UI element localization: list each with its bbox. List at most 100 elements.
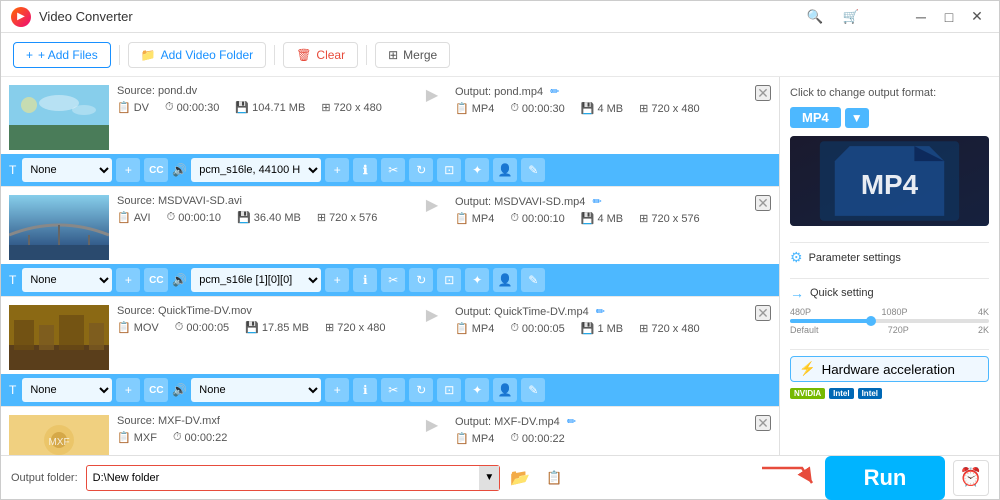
- scissors-btn-3[interactable]: ✂: [381, 378, 405, 402]
- loop-btn-3[interactable]: ↻: [409, 378, 433, 402]
- subtitle-edit-btn-2[interactable]: ✎: [521, 268, 545, 292]
- format-icon: 📋: [117, 101, 131, 114]
- file-item-2: Source: MSDVAVI-SD.avi 📋 AVI ⏱ 00:00:10: [1, 187, 779, 297]
- output-folder-input[interactable]: [87, 466, 480, 490]
- run-section: Run ⏰: [576, 456, 989, 500]
- folder-dropdown-btn[interactable]: ▼: [479, 466, 499, 490]
- watermark-btn-2[interactable]: 👤: [493, 268, 517, 292]
- add-files-button[interactable]: + + Add Files: [13, 42, 111, 68]
- audio-select-3[interactable]: None: [191, 378, 321, 402]
- format-dropdown-button[interactable]: ▼: [845, 108, 869, 128]
- toolbar: + + Add Files 📁 Add Video Folder 🗑 Clear…: [1, 33, 999, 77]
- slider-thumb[interactable]: [866, 316, 876, 326]
- output-folder-wrap: ▼: [86, 465, 501, 491]
- clear-button[interactable]: 🗑 Clear: [283, 42, 358, 68]
- quick-setting-row: → Quick setting: [790, 285, 989, 301]
- res-icon: ⊞: [321, 101, 330, 114]
- cc-btn-2[interactable]: CC: [144, 268, 168, 292]
- effects-btn-1[interactable]: ✦: [465, 158, 489, 182]
- add-audio-btn-1[interactable]: +: [325, 158, 349, 182]
- size-icon-2: 💾: [237, 211, 251, 224]
- arrow-right-icon-3: ▶: [426, 305, 438, 325]
- add-folder-button[interactable]: 📁 Add Video Folder: [128, 42, 266, 68]
- crop-btn-1[interactable]: ⊡: [437, 158, 461, 182]
- folder-browse-button[interactable]: 📂: [508, 465, 532, 491]
- add-audio-btn-2[interactable]: +: [325, 268, 349, 292]
- subtitle-select-1[interactable]: None: [22, 158, 112, 182]
- file-info-3: Source: QuickTime-DV.mov 📋 MOV ⏱ 00:00:0…: [109, 305, 417, 334]
- info-btn-2[interactable]: ℹ: [353, 268, 377, 292]
- subtitle-edit-btn-1[interactable]: ✎: [521, 158, 545, 182]
- remove-file-3[interactable]: ✕: [755, 305, 771, 321]
- remove-file-1[interactable]: ✕: [755, 85, 771, 101]
- controls-bar-3: T None + CC 🔊 None + ℹ ✂ ↻ ⊡ ✦: [1, 374, 779, 406]
- crop-btn-3[interactable]: ⊡: [437, 378, 461, 402]
- run-button[interactable]: Run: [825, 456, 945, 500]
- effects-btn-2[interactable]: ✦: [465, 268, 489, 292]
- remove-file-4[interactable]: ✕: [755, 415, 771, 431]
- toolbar-separator-1: [119, 45, 120, 65]
- size-icon: 💾: [235, 101, 249, 114]
- add-subtitle-btn-2[interactable]: +: [116, 268, 140, 292]
- add-subtitle-btn-1[interactable]: +: [116, 158, 140, 182]
- loop-btn-1[interactable]: ↻: [409, 158, 433, 182]
- remove-file-2[interactable]: ✕: [755, 195, 771, 211]
- minimize-button[interactable]: ─: [909, 7, 933, 27]
- edit-icon-3[interactable]: ✏: [596, 306, 605, 318]
- hw-accel-icon: ⚡: [799, 361, 816, 377]
- format-preview: MP4: [790, 136, 989, 226]
- audio-icon-1: 🔊: [172, 163, 187, 177]
- slider-track[interactable]: [790, 319, 989, 323]
- clock-icon-2: ⏱: [167, 211, 176, 224]
- scissors-btn-2[interactable]: ✂: [381, 268, 405, 292]
- edit-icon-4[interactable]: ✏: [567, 416, 576, 428]
- cc-btn-3[interactable]: CC: [144, 378, 168, 402]
- scissors-btn-1[interactable]: ✂: [381, 158, 405, 182]
- run-arrow: [757, 463, 817, 493]
- source-label-1: Source: pond.dv: [117, 85, 409, 97]
- res-in-1: ⊞ 720 x 480: [321, 101, 382, 114]
- hw-accel-button[interactable]: ⚡ Hardware acceleration: [790, 356, 989, 382]
- audio-icon-2: 🔊: [172, 273, 187, 287]
- effects-btn-3[interactable]: ✦: [465, 378, 489, 402]
- size-out-1: 💾 4 MB: [581, 102, 623, 115]
- trash-icon: 🗑: [296, 48, 311, 62]
- quick-setting-label: Quick setting: [810, 287, 874, 299]
- subtitle-select-3[interactable]: None: [22, 378, 112, 402]
- edit-icon-2[interactable]: ✏: [592, 196, 601, 208]
- file-list: Source: pond.dv 📋 DV ⏱ 00:00:30: [1, 77, 779, 455]
- watermark-btn-3[interactable]: 👤: [493, 378, 517, 402]
- search-icon[interactable]: 🔍: [805, 7, 825, 27]
- subtitle-select-2[interactable]: None: [22, 268, 112, 292]
- divider-2: [790, 278, 989, 279]
- format-badge[interactable]: MP4: [790, 107, 841, 128]
- source-label-2: Source: MSDVAVI-SD.avi: [117, 195, 409, 207]
- cc-btn-1[interactable]: CC: [144, 158, 168, 182]
- maximize-button[interactable]: □: [937, 7, 961, 27]
- audio-select-1[interactable]: pcm_s16le, 44100 H: [191, 158, 321, 182]
- merge-button[interactable]: ⊞ Merge: [375, 42, 450, 68]
- app-logo: ▶: [11, 7, 31, 27]
- thumbnail-3: [9, 305, 109, 370]
- loop-btn-2[interactable]: ↻: [409, 268, 433, 292]
- edit-icon-1[interactable]: ✏: [550, 86, 559, 98]
- duration-in-1: ⏱ 00:00:30: [165, 101, 219, 114]
- clock-out-icon: ⏱: [510, 102, 519, 115]
- add-subtitle-btn-3[interactable]: +: [116, 378, 140, 402]
- size-in-1: 💾 104.71 MB: [235, 101, 305, 114]
- add-audio-btn-3[interactable]: +: [325, 378, 349, 402]
- watermark-btn-1[interactable]: 👤: [493, 158, 517, 182]
- source-label-4: Source: MXF-DV.mxf: [117, 415, 409, 427]
- folder-copy-button[interactable]: 📋: [540, 465, 568, 491]
- parameter-settings-row[interactable]: ⚙ Parameter settings: [790, 249, 989, 266]
- quality-labels-bottom: Default 720P 2K: [790, 325, 989, 335]
- alarm-button[interactable]: ⏰: [953, 460, 989, 496]
- close-button[interactable]: ✕: [965, 7, 989, 27]
- subtitle-edit-btn-3[interactable]: ✎: [521, 378, 545, 402]
- info-btn-3[interactable]: ℹ: [353, 378, 377, 402]
- audio-select-2[interactable]: pcm_s16le [1][0][0]: [191, 268, 321, 292]
- info-btn-1[interactable]: ℹ: [353, 158, 377, 182]
- crop-btn-2[interactable]: ⊡: [437, 268, 461, 292]
- cart-icon[interactable]: 🛒: [841, 7, 861, 27]
- thumbnail-2: [9, 195, 109, 260]
